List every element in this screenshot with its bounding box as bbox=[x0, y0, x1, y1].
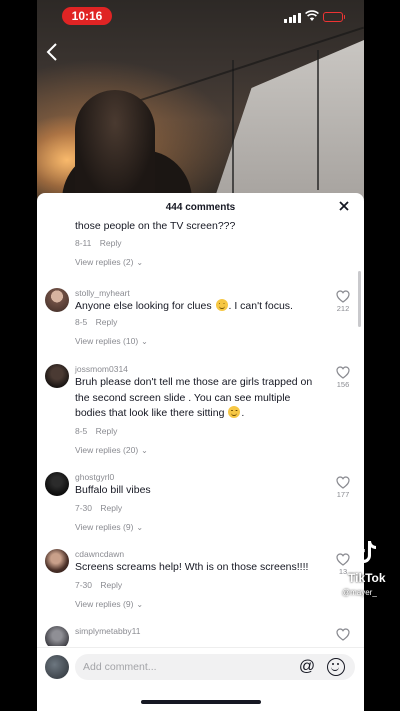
video-person bbox=[75, 90, 155, 200]
like-count: 156 bbox=[336, 380, 350, 389]
like-button[interactable]: 177 bbox=[332, 476, 354, 499]
comment-meta: 8-11 Reply bbox=[75, 238, 122, 248]
wifi-icon bbox=[305, 10, 319, 21]
scrollbar[interactable] bbox=[358, 271, 361, 327]
comment-text: Screens screams help! Wth is on those sc… bbox=[75, 561, 309, 573]
tiktok-brand: TikTok bbox=[348, 571, 386, 585]
add-comment-input[interactable] bbox=[83, 654, 283, 680]
comments-count-title: 444 comments bbox=[165, 202, 236, 213]
home-indicator[interactable] bbox=[141, 700, 261, 704]
comment-date: 7-30 bbox=[75, 580, 93, 590]
my-avatar[interactable] bbox=[45, 655, 69, 679]
grin-sweat-emoji-icon bbox=[228, 406, 241, 418]
like-button[interactable] bbox=[332, 628, 354, 641]
cellular-signal-icon bbox=[284, 13, 301, 23]
status-time: 10:16 bbox=[62, 7, 112, 25]
reply-button[interactable]: Reply bbox=[100, 503, 122, 513]
chevron-down-icon: ⌄ bbox=[141, 337, 148, 346]
reply-button[interactable]: Reply bbox=[100, 238, 122, 248]
comment-date: 7-30 bbox=[75, 503, 93, 513]
avatar[interactable] bbox=[45, 626, 69, 646]
view-replies-button[interactable]: View replies (9) ⌄ bbox=[75, 599, 143, 609]
comment-meta: 7-30 Reply bbox=[75, 503, 122, 513]
reply-button[interactable]: Reply bbox=[96, 317, 118, 327]
comment-text: Anyone else looking for clues . I can't … bbox=[75, 299, 293, 312]
reply-button[interactable]: Reply bbox=[100, 580, 122, 590]
avatar[interactable] bbox=[45, 364, 69, 388]
comment-input-box[interactable]: @ bbox=[75, 654, 355, 680]
comment-text: Buffalo bill vibes bbox=[75, 484, 151, 496]
comments-list[interactable]: those people on the TV screen??? 8-11 Re… bbox=[37, 221, 364, 646]
comment-text: Bruh please don't tell me those are girl… bbox=[75, 376, 313, 419]
heart-icon bbox=[336, 366, 350, 379]
comment-username[interactable]: stolly_myheart bbox=[75, 288, 130, 298]
emoji-button[interactable] bbox=[327, 658, 345, 676]
view-replies-button[interactable]: View replies (20) ⌄ bbox=[75, 445, 148, 455]
at-sign-icon: @ bbox=[298, 658, 316, 675]
mention-button[interactable]: @ bbox=[297, 657, 317, 677]
like-count: 212 bbox=[336, 304, 350, 313]
close-icon bbox=[339, 201, 349, 211]
chevron-left-icon bbox=[46, 43, 57, 61]
comment-username[interactable]: ghostgyrl0 bbox=[75, 472, 114, 482]
like-count: 177 bbox=[336, 490, 350, 499]
tiktok-watermark: TikTok @mayer_ bbox=[340, 540, 400, 600]
tiktok-handle: @mayer_ bbox=[342, 588, 377, 597]
comment-text: those people on the TV screen??? bbox=[75, 221, 236, 232]
heart-icon bbox=[336, 476, 350, 489]
comments-sheet: 444 comments those people on the TV scre… bbox=[37, 193, 364, 711]
comment-username[interactable]: simplymetabby11 bbox=[75, 626, 141, 636]
comment-meta: 8-5 Reply bbox=[75, 426, 117, 436]
comment-date: 8-5 bbox=[75, 426, 88, 436]
avatar[interactable] bbox=[45, 549, 69, 573]
heart-icon bbox=[336, 290, 350, 303]
status-bar: 10:16 bbox=[37, 0, 364, 34]
tiktok-logo-icon bbox=[356, 541, 376, 563]
comment-username[interactable]: cdawncdawn bbox=[75, 549, 124, 559]
comment-date: 8-11 bbox=[75, 238, 92, 248]
view-replies-button[interactable]: View replies (2) ⌄ bbox=[75, 257, 143, 267]
chevron-down-icon: ⌄ bbox=[136, 523, 144, 532]
comment-username[interactable]: jossmom0314 bbox=[75, 364, 128, 374]
chevron-down-icon: ⌄ bbox=[136, 258, 144, 267]
comment-meta: 7-30 Reply bbox=[75, 580, 122, 590]
avatar[interactable] bbox=[45, 288, 69, 312]
like-button[interactable]: 156 bbox=[332, 366, 354, 389]
chevron-down-icon: ⌄ bbox=[136, 600, 144, 609]
view-replies-button[interactable]: View replies (9) ⌄ bbox=[75, 522, 143, 532]
like-button[interactable]: 212 bbox=[332, 290, 354, 313]
comment-date: 8-5 bbox=[75, 317, 88, 327]
avatar[interactable] bbox=[45, 472, 69, 496]
heart-icon bbox=[336, 628, 350, 641]
comment-meta: 8-5 Reply bbox=[75, 317, 117, 327]
view-replies-button[interactable]: View replies (10) ⌄ bbox=[75, 336, 148, 346]
grin-sweat-emoji-icon bbox=[215, 299, 228, 311]
reply-button[interactable]: Reply bbox=[96, 426, 118, 436]
battery-icon bbox=[323, 12, 345, 22]
back-button[interactable] bbox=[45, 38, 67, 62]
comment-input-bar: @ bbox=[37, 647, 364, 687]
close-button[interactable] bbox=[336, 198, 352, 214]
chevron-down-icon: ⌄ bbox=[141, 446, 148, 455]
phone-screen: 10:16 444 comments those people on the T… bbox=[37, 0, 364, 711]
comments-header: 444 comments bbox=[37, 193, 364, 221]
